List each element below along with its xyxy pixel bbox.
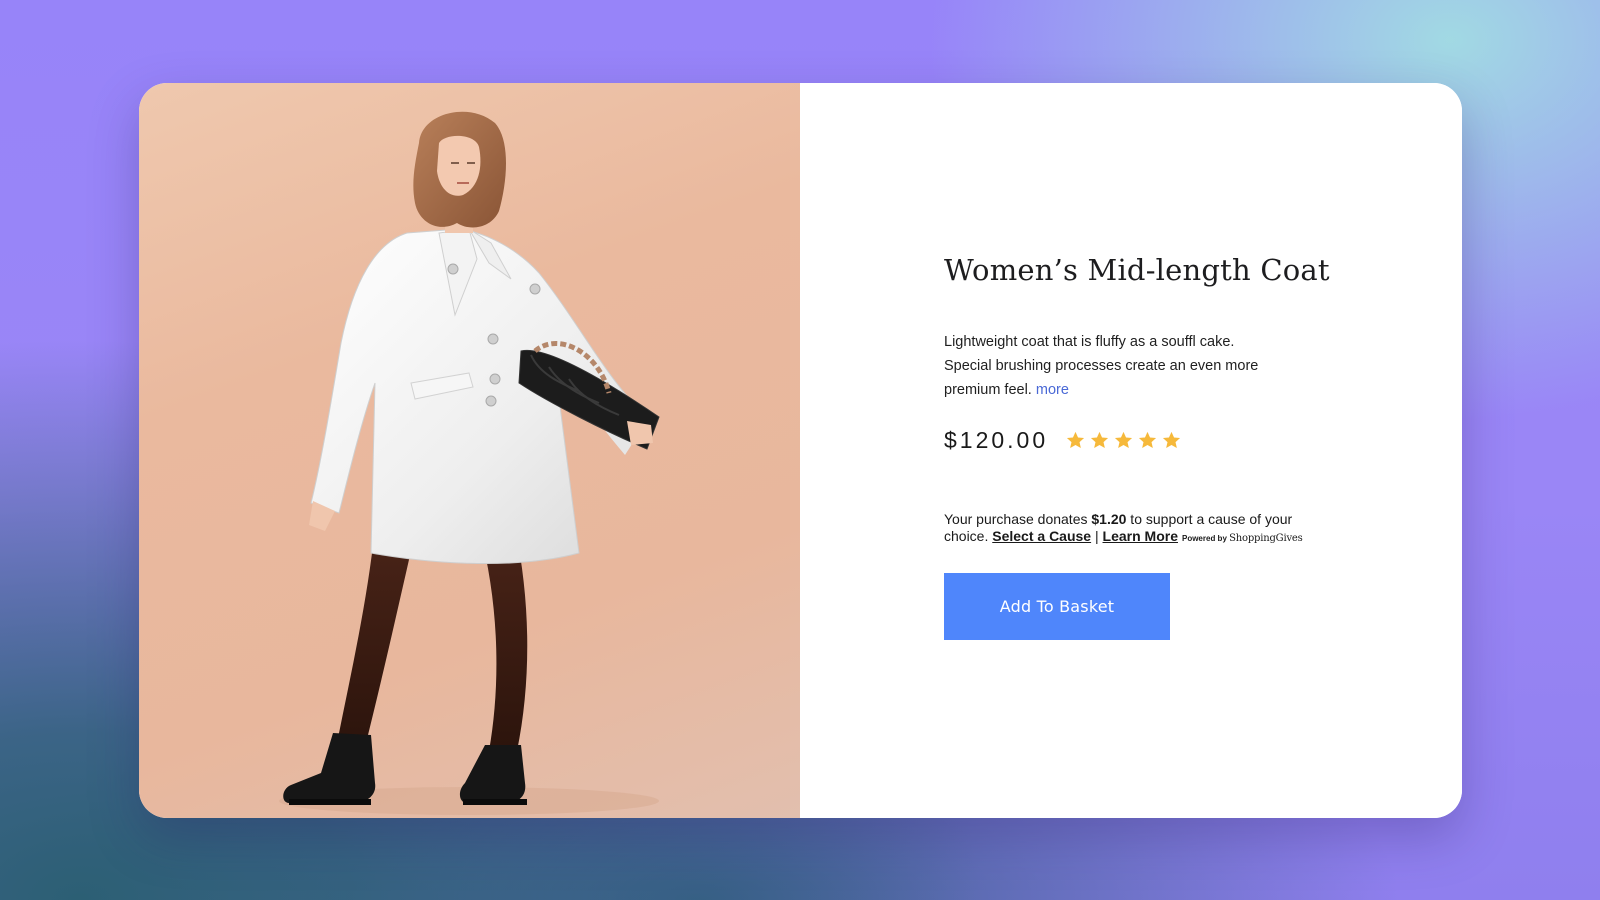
product-title: Women’s Mid-length Coat	[944, 253, 1330, 287]
star-icon	[1089, 430, 1110, 451]
learn-more-link[interactable]: Learn More	[1103, 528, 1178, 544]
add-to-basket-button[interactable]: Add To Basket	[944, 573, 1170, 640]
product-photo	[139, 83, 800, 818]
description-line: Lightweight coat that is fluffy as a sou…	[944, 334, 1235, 350]
donation-line-2: choice. Select a Cause | Learn More Power…	[944, 528, 1303, 544]
product-price: $120.00	[944, 426, 1049, 453]
donation-text: choice.	[944, 528, 993, 544]
donation-amount: $1.20	[1091, 511, 1127, 527]
model-illustration	[279, 111, 660, 815]
star-rating	[1065, 430, 1185, 451]
star-icon	[1065, 430, 1086, 451]
description-line: Special brushing processes create an eve…	[944, 358, 1259, 374]
product-info-panel: Women’s Mid-length Coat Lightweight coat…	[800, 83, 1462, 818]
product-description: Lightweight coat that is fluffy as a sou…	[944, 330, 1274, 402]
donation-notice: Your purchase donates $1.20 to support a…	[944, 511, 1324, 547]
product-card: Women’s Mid-length Coat Lightweight coat…	[139, 83, 1462, 818]
donation-text: Your purchase donates	[944, 511, 1092, 527]
select-cause-link[interactable]: Select a Cause	[992, 528, 1091, 544]
star-icon	[1161, 430, 1182, 451]
star-icon	[1113, 430, 1134, 451]
powered-by-prefix: Powered by	[1181, 534, 1230, 543]
description-line: premium feel.	[944, 382, 1032, 398]
price-row: $120.00	[944, 423, 1185, 457]
more-link[interactable]: more	[1036, 382, 1069, 398]
link-separator: |	[1091, 528, 1103, 544]
powered-by-badge: Powered by ShoppingGives	[1181, 533, 1303, 544]
donation-text: to support a cause of your	[1126, 511, 1293, 527]
shoppinggives-logo: ShoppingGives	[1229, 533, 1303, 544]
star-icon	[1137, 430, 1158, 451]
